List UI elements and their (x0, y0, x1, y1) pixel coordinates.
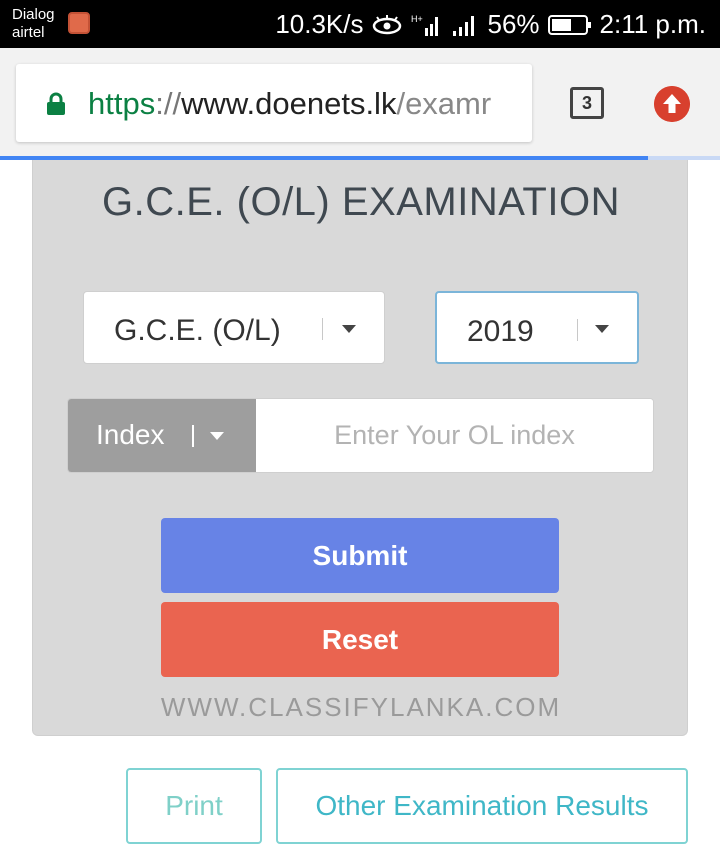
status-bar: Dialog airtel 10.3K/s H+ 56% 2:11 p.m. (0, 0, 720, 48)
update-arrow-icon[interactable] (654, 86, 690, 122)
clock: 2:11 p.m. (599, 9, 706, 39)
url-path: /examr (396, 86, 492, 121)
chevron-down-icon (342, 325, 356, 333)
index-type-dropdown[interactable]: Index (68, 399, 256, 472)
chevron-down-icon (210, 432, 224, 440)
network-type-label: H+ (411, 14, 423, 24)
browser-toolbar: https://www.doenets.lk/examr 3 (0, 48, 720, 156)
app-notification-icon (68, 12, 90, 34)
tab-switcher-button[interactable]: 3 (570, 87, 604, 119)
print-button[interactable]: Print (126, 768, 262, 844)
year-value: 2019 (467, 315, 534, 348)
carrier-2: airtel (12, 24, 45, 41)
battery-percent: 56% (487, 9, 540, 39)
addon-divider (192, 425, 194, 447)
battery-icon (547, 14, 591, 35)
page-title: G.C.E. (O/L) EXAMINATION (102, 180, 620, 224)
url-bar[interactable]: https://www.doenets.lk/examr (16, 64, 532, 142)
index-number-input[interactable] (256, 399, 653, 472)
index-type-label: Index (96, 419, 165, 450)
network-speed: 10.3K/s (275, 9, 364, 39)
select-divider (322, 318, 323, 340)
reset-button[interactable]: Reset (161, 602, 559, 677)
eye-comfort-icon (373, 14, 402, 34)
index-input-group: Index (67, 398, 654, 473)
watermark-text: WWW.CLASSIFYLANKA.COM (160, 692, 562, 722)
other-examination-results-button[interactable]: Other Examination Results (276, 768, 688, 844)
exam-form-card: G.C.E. (O/L) EXAMINATION G.C.E. (O/L) 20… (32, 160, 688, 736)
url-host: www.doenets.lk (181, 86, 397, 121)
url-scheme: https (88, 86, 156, 121)
exam-type-select[interactable]: G.C.E. (O/L) (83, 291, 385, 364)
select-divider (577, 319, 578, 341)
year-select[interactable]: 2019 (435, 291, 639, 364)
chevron-down-icon (595, 325, 609, 333)
signal-bars-icon (453, 15, 475, 36)
carrier-1: Dialog (12, 6, 55, 23)
url-text: https://www.doenets.lk/examr (88, 86, 528, 122)
carrier-names: Dialog airtel (12, 6, 55, 42)
exam-type-value: G.C.E. (O/L) (114, 314, 281, 347)
url-separator: :// (155, 86, 182, 121)
signal-h-plus-icon: H+ (411, 14, 439, 36)
status-indicators: 10.3K/s H+ 56% 2:11 p.m. (275, 9, 706, 40)
submit-button[interactable]: Submit (161, 518, 559, 593)
lock-icon (47, 92, 65, 115)
